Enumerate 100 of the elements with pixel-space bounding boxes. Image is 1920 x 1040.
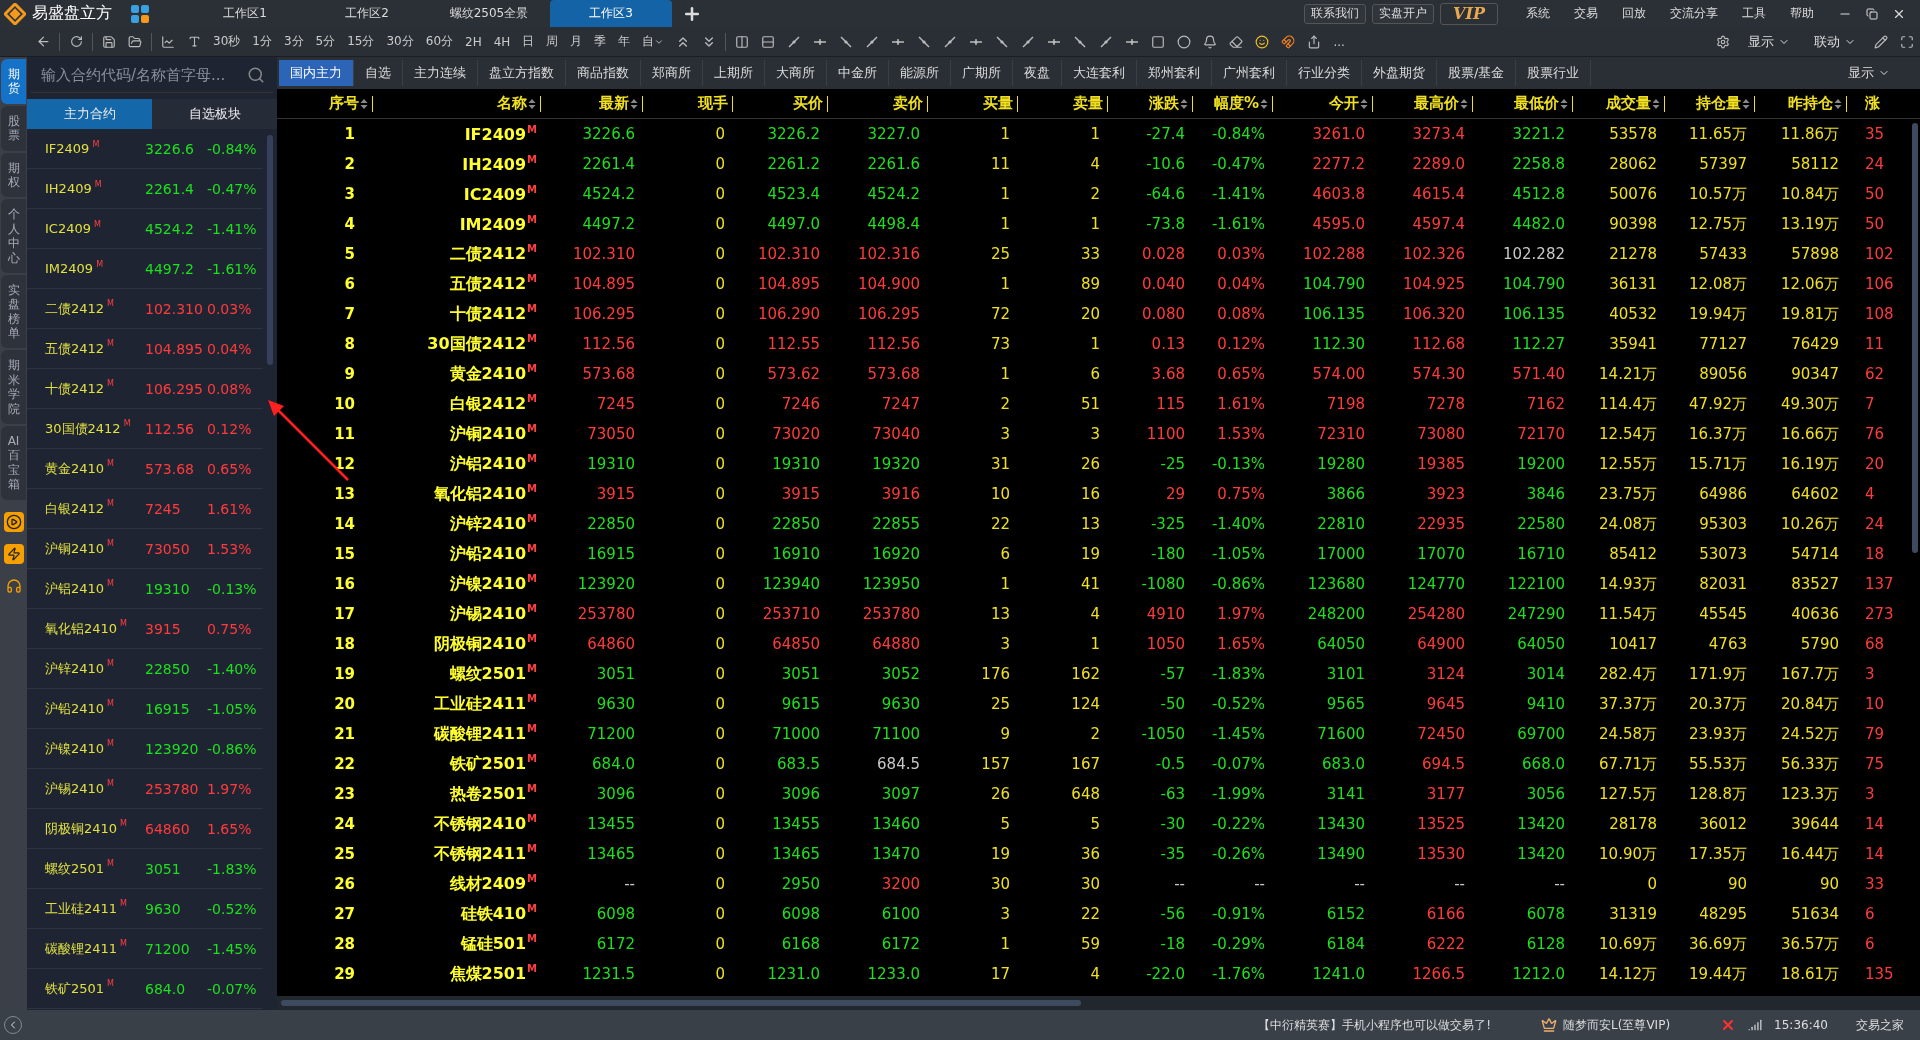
- contract-list-item[interactable]: 五债2412 $^{M}$ 104.895 0.04%: [27, 329, 263, 369]
- period-button[interactable]: 月: [564, 33, 589, 50]
- side-tab[interactable]: 期权: [1, 152, 26, 198]
- contract-list-item[interactable]: 铁矿2501 $^{M}$ 684.0 -0.07%: [27, 969, 263, 1009]
- market-tab[interactable]: 行业分类: [1287, 60, 1362, 86]
- market-tab[interactable]: 上期所: [703, 60, 765, 86]
- period-button[interactable]: 周: [540, 33, 565, 50]
- market-tab[interactable]: 中金所: [827, 60, 889, 86]
- market-tab[interactable]: 盘立方指数: [478, 60, 566, 86]
- sort-icon[interactable]: [1180, 97, 1188, 110]
- menu-item[interactable]: 帮助: [1790, 5, 1814, 22]
- menu-item[interactable]: 系统: [1526, 5, 1550, 22]
- period-button[interactable]: 30分: [380, 33, 420, 50]
- side-tab[interactable]: 股票: [1, 105, 26, 151]
- menu-item[interactable]: 回放: [1622, 5, 1646, 22]
- column-header[interactable]: 成交量: [1606, 94, 1651, 113]
- sort-icon[interactable]: [1460, 97, 1468, 110]
- column-header[interactable]: 最新: [599, 94, 629, 113]
- sort-icon[interactable]: [1652, 97, 1660, 110]
- column-header[interactable]: 卖价: [893, 94, 923, 113]
- vip-badge[interactable]: VIP: [1440, 2, 1498, 25]
- contract-list-item[interactable]: 沪锌2410 $^{M}$ 22850 -1.40%: [27, 649, 263, 689]
- contract-list-item[interactable]: 阴极铜2410 $^{M}$ 64860 1.65%: [27, 809, 263, 849]
- contract-list-item[interactable]: IM2409 $^{M}$ 4497.2 -1.61%: [27, 249, 263, 289]
- market-tab[interactable]: 夜盘: [1013, 60, 1062, 86]
- period-button[interactable]: 1分: [246, 33, 278, 50]
- period-button[interactable]: 60分: [419, 33, 460, 50]
- period-button[interactable]: 15分: [341, 33, 381, 50]
- grid-icon[interactable]: [130, 3, 150, 24]
- column-header[interactable]: 持仓量: [1696, 94, 1741, 113]
- column-header[interactable]: 买量: [983, 94, 1013, 113]
- contract-list-item[interactable]: 沪铝2410 $^{M}$ 19310 -0.13%: [27, 569, 263, 609]
- column-header[interactable]: 涨跌: [1149, 94, 1179, 113]
- market-tab[interactable]: 广期所: [951, 60, 1013, 86]
- contract-list-item[interactable]: 沪镍2410 $^{M}$ 123920 -0.86%: [27, 729, 263, 769]
- workspace-tab[interactable]: 工作区2: [306, 0, 428, 27]
- side-tab[interactable]: 个人中心: [1, 199, 26, 273]
- sidebar-tab[interactable]: 自选板块: [152, 99, 277, 129]
- contract-list-item[interactable]: 工业硅2411 $^{M}$ 9630 -0.52%: [27, 889, 263, 929]
- column-header[interactable]: 涨: [1865, 94, 1880, 113]
- sort-icon[interactable]: [1560, 97, 1568, 110]
- contract-list-item[interactable]: 30国债2412 $^{M}$ 112.56 0.12%: [27, 409, 263, 449]
- column-header[interactable]: 现手: [698, 94, 728, 113]
- contract-list-item[interactable]: 沪铜2410 $^{M}$ 73050 1.53%: [27, 529, 263, 569]
- menu-item[interactable]: 交易: [1574, 5, 1598, 22]
- sort-icon[interactable]: [1834, 97, 1842, 110]
- market-tab[interactable]: 广州套利: [1212, 60, 1287, 86]
- more-button[interactable]: ...: [1327, 34, 1351, 49]
- contract-list-item[interactable]: 氧化铝2410 $^{M}$ 3915 0.75%: [27, 609, 263, 649]
- contract-list-item[interactable]: 黄金2410 $^{M}$ 573.68 0.65%: [27, 449, 263, 489]
- workspace-tab[interactable]: 工作区1: [184, 0, 306, 27]
- contract-list-item[interactable]: 螺纹2501 $^{M}$ 3051 -1.83%: [27, 849, 263, 889]
- header-link-button[interactable]: 实盘开户: [1372, 3, 1435, 24]
- sidebar-tab[interactable]: 主力合约: [27, 99, 152, 129]
- lightning-icon[interactable]: [3, 543, 24, 564]
- period-button[interactable]: 4H: [487, 34, 517, 49]
- menu-item[interactable]: 工具: [1742, 5, 1766, 22]
- site-name[interactable]: 交易之家: [1856, 1016, 1904, 1034]
- market-tab[interactable]: 郑商所: [641, 60, 703, 86]
- contract-list-item[interactable]: 二债2412 $^{M}$ 102.310 0.03%: [27, 289, 263, 329]
- column-header[interactable]: 名称: [497, 94, 527, 113]
- period-button[interactable]: 30秒: [207, 33, 247, 50]
- contract-list-item[interactable]: 白银2412 $^{M}$ 7245 1.61%: [27, 489, 263, 529]
- market-tab[interactable]: 股票行业: [1516, 60, 1592, 86]
- contract-list-item[interactable]: 十债2412 $^{M}$ 106.295 0.08%: [27, 369, 263, 409]
- market-tab[interactable]: 郑州套利: [1137, 60, 1212, 86]
- side-tab[interactable]: AI百宝箱: [1, 426, 26, 500]
- workspace-tab[interactable]: 螺纹2505全景: [428, 0, 550, 27]
- market-tab[interactable]: 股票/基金: [1437, 60, 1517, 86]
- header-link-button[interactable]: 联系我们: [1304, 3, 1367, 24]
- dropdown-button[interactable]: 联动: [1814, 32, 1856, 51]
- period-button[interactable]: 5分: [309, 33, 342, 50]
- sort-icon[interactable]: [1742, 97, 1750, 110]
- side-tab[interactable]: 实盘榜单: [1, 274, 26, 349]
- period-button[interactable]: 年: [612, 33, 637, 50]
- user-name[interactable]: 随梦而安L(至尊VIP): [1563, 1016, 1671, 1034]
- column-header[interactable]: 今开: [1329, 94, 1359, 113]
- sort-icon[interactable]: [528, 97, 536, 110]
- dropdown-button[interactable]: 显示: [1748, 32, 1790, 51]
- search-icon[interactable]: [247, 65, 265, 84]
- period-button[interactable]: 3分: [277, 33, 310, 50]
- sort-icon[interactable]: [1260, 97, 1268, 110]
- side-tab[interactable]: 期货: [1, 59, 26, 104]
- market-tab[interactable]: 大连套利: [1062, 60, 1137, 86]
- contract-list-item[interactable]: 沪锡2410 $^{M}$ 253780 1.97%: [27, 769, 263, 809]
- restore-icon[interactable]: [1866, 7, 1878, 20]
- column-header[interactable]: 卖量: [1073, 94, 1103, 113]
- sort-icon[interactable]: [360, 97, 368, 110]
- workspace-tab[interactable]: 工作区3: [550, 0, 672, 27]
- column-header[interactable]: 序号: [329, 94, 359, 113]
- column-header[interactable]: 买价: [793, 94, 823, 113]
- market-tab[interactable]: 主力连续: [403, 60, 478, 86]
- display-dropdown[interactable]: 显示: [1848, 64, 1890, 82]
- column-header[interactable]: 最低价: [1514, 94, 1559, 113]
- period-button[interactable]: 自: [636, 33, 671, 50]
- market-tab[interactable]: 国内主力: [279, 60, 354, 86]
- contract-list-item[interactable]: IF2409 $^{M}$ 3226.6 -0.84%: [27, 129, 263, 169]
- side-tab[interactable]: 期米学院: [1, 350, 26, 425]
- sort-icon[interactable]: [630, 97, 638, 110]
- market-tab[interactable]: 商品指数: [566, 60, 641, 86]
